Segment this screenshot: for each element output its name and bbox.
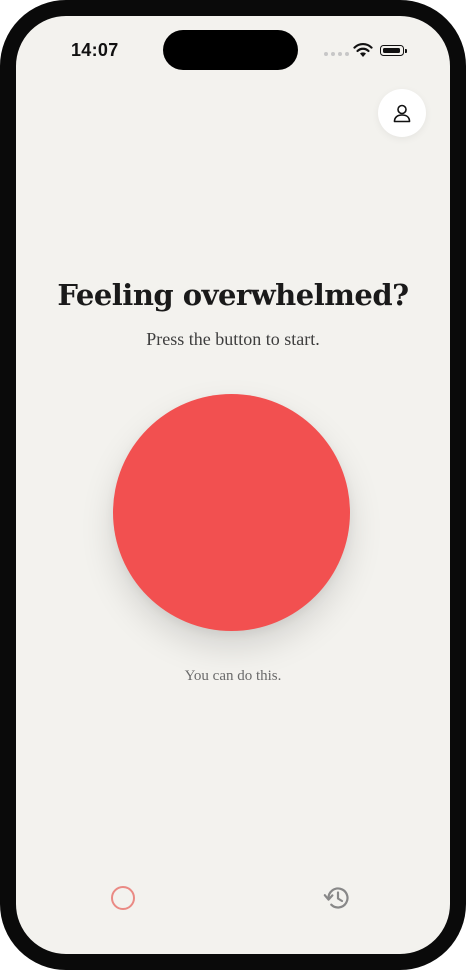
dynamic-island: [163, 30, 298, 70]
tab-history-icon[interactable]: [323, 884, 353, 912]
tab-home-circle-icon[interactable]: [111, 886, 135, 910]
page-title: Feeling overwhelmed?: [57, 278, 409, 312]
instruction-text: Press the button to start.: [146, 329, 320, 349]
person-icon: [393, 104, 411, 123]
wifi-icon: [353, 43, 373, 57]
encouragement-text: You can do this.: [184, 668, 282, 684]
start-button[interactable]: [113, 394, 350, 631]
phone-frame: 14:07 Feeling overwhelmed? Press the but…: [0, 0, 466, 970]
battery-icon: [380, 45, 407, 56]
cellular-signal-icon: [324, 52, 349, 56]
status-bar: 14:07: [16, 16, 450, 86]
profile-button[interactable]: [378, 89, 426, 137]
status-time: 14:07: [71, 40, 119, 60]
